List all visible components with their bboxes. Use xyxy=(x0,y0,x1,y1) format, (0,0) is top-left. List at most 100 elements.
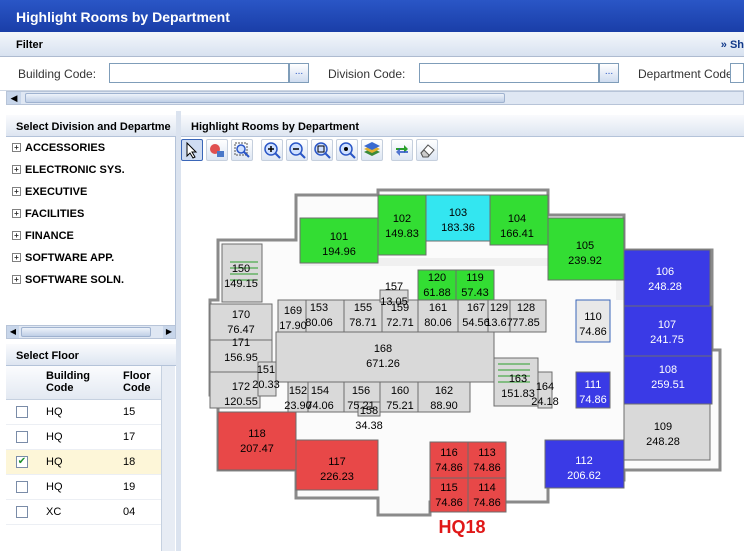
zoom-out-button[interactable] xyxy=(286,139,308,161)
room-area-label: 166.41 xyxy=(500,228,534,240)
filter-label: Filter xyxy=(16,39,43,51)
zoom-fit-button[interactable] xyxy=(336,139,358,161)
room-118[interactable] xyxy=(217,411,297,471)
room-area-label: 74.06 xyxy=(306,400,334,412)
refresh-button[interactable] xyxy=(391,139,413,161)
row-checkbox[interactable] xyxy=(16,406,28,418)
room-number-label: 167 xyxy=(467,302,485,314)
room-number-label: 101 xyxy=(330,231,348,243)
building-code-input[interactable] xyxy=(109,63,289,83)
room-number-label: 118 xyxy=(248,428,266,440)
expand-icon[interactable]: + xyxy=(12,253,21,262)
division-panel-title: Select Division and Departme xyxy=(6,115,176,137)
zoom-in-button[interactable] xyxy=(261,139,283,161)
show-more-link[interactable]: » Sh xyxy=(721,39,744,51)
expand-icon[interactable]: + xyxy=(12,187,21,196)
expand-icon[interactable]: + xyxy=(12,231,21,240)
zoom-window-icon xyxy=(234,142,250,158)
expand-icon[interactable]: + xyxy=(12,209,21,218)
floor-grid-scrollbar[interactable] xyxy=(161,366,175,551)
scrollbar-thumb[interactable] xyxy=(25,93,505,103)
table-row[interactable]: XC 04 xyxy=(6,500,161,525)
room-number-label: 169 xyxy=(284,305,302,317)
room-area-label: 74.86 xyxy=(579,394,607,406)
col-building-code[interactable]: Building Code xyxy=(46,370,116,394)
room-number-label: 119 xyxy=(466,272,484,284)
tree-item-accessories[interactable]: + ACCESSORIES xyxy=(12,142,105,154)
room-number-label: 102 xyxy=(393,213,411,225)
room-number-label: 129 xyxy=(490,302,508,314)
scroll-left-icon[interactable]: ◀ xyxy=(7,326,19,338)
room-area-label: 259.51 xyxy=(651,379,685,391)
room-area-label: 72.71 xyxy=(386,317,414,329)
room-number-label: 153 xyxy=(310,302,328,314)
room-area-label: 248.28 xyxy=(648,281,682,293)
room-number-label: 160 xyxy=(391,385,409,397)
division-tree-scrollbar[interactable]: ◀ ▶ xyxy=(6,325,176,339)
room-area-label: 74.86 xyxy=(579,326,607,338)
table-row[interactable]: HQ 19 xyxy=(6,475,161,500)
tree-item-executive[interactable]: + EXECUTIVE xyxy=(12,186,87,198)
table-row[interactable]: HQ 15 xyxy=(6,400,161,425)
room-106[interactable] xyxy=(623,249,711,307)
room-number-label: 109 xyxy=(654,421,672,433)
zoom-fit-icon xyxy=(339,142,356,159)
zoom-extents-button[interactable] xyxy=(311,139,333,161)
room-number-label: 158 xyxy=(360,405,378,417)
filter-horizontal-scrollbar[interactable]: ◀ xyxy=(6,91,744,105)
row-checkbox[interactable] xyxy=(16,431,28,443)
scrollbar-thumb[interactable] xyxy=(21,327,151,337)
expand-icon[interactable]: + xyxy=(12,143,21,152)
room-area-label: 194.96 xyxy=(322,246,356,258)
floor-grid: Building Code Floor Code HQ 15 HQ 17 ✔ H… xyxy=(6,366,161,551)
floor-grid-header: Building Code Floor Code xyxy=(6,366,161,400)
table-row[interactable]: ✔ HQ 18 xyxy=(6,450,161,475)
room-area-label: 80.06 xyxy=(424,317,452,329)
filter-bar: Filter » Sh xyxy=(0,32,744,57)
room-area-label: 20.33 xyxy=(252,379,280,391)
row-checkbox[interactable] xyxy=(16,506,28,518)
room-number-label: 150 xyxy=(232,263,250,275)
pan-tool-button[interactable] xyxy=(206,139,228,161)
floor-plan-viewer[interactable]: 101 194.96 102 149.83 103 183.36 104 166.41 105 2… xyxy=(181,163,744,551)
room-number-label: 107 xyxy=(658,319,676,331)
room-number-label: 154 xyxy=(311,385,329,397)
department-code-input[interactable] xyxy=(730,63,744,83)
row-checkbox-checked[interactable]: ✔ xyxy=(16,456,28,468)
room-107[interactable] xyxy=(623,305,713,357)
room-area-label: 239.92 xyxy=(568,255,602,267)
room-168[interactable] xyxy=(275,331,495,383)
table-row[interactable]: HQ 17 xyxy=(6,425,161,450)
room-number-label: 156 xyxy=(352,385,370,397)
tree-item-facilities[interactable]: + FACILITIES xyxy=(12,208,84,220)
room-102[interactable] xyxy=(377,194,427,256)
division-code-browse-button[interactable]: ... xyxy=(599,63,619,83)
select-tool-button[interactable] xyxy=(181,139,203,161)
room-area-label: 671.26 xyxy=(366,358,400,370)
layers-button[interactable] xyxy=(361,139,383,161)
room-area-label: 74.86 xyxy=(435,497,463,509)
room-area-label: 75.21 xyxy=(386,400,414,412)
room-number-label: 151 xyxy=(257,364,275,376)
room-area-label: 77.85 xyxy=(512,317,540,329)
tree-item-electronic-sys[interactable]: + ELECTRONIC SYS. xyxy=(12,164,125,176)
tree-item-software-app[interactable]: + SOFTWARE APP. xyxy=(12,252,114,264)
scroll-right-icon[interactable]: ▶ xyxy=(163,326,175,338)
expand-icon[interactable]: + xyxy=(12,165,21,174)
expand-icon[interactable]: + xyxy=(12,275,21,284)
tree-item-finance[interactable]: + FINANCE xyxy=(12,230,74,242)
floor-plan-drawing[interactable]: 101 194.96 102 149.83 103 183.36 104 166.41 105 2… xyxy=(181,163,744,551)
clear-button[interactable] xyxy=(416,139,438,161)
room-number-label: 162 xyxy=(435,385,453,397)
scroll-left-icon[interactable]: ◀ xyxy=(7,92,21,104)
division-code-input[interactable] xyxy=(419,63,599,83)
room-number-label: 116 xyxy=(440,447,458,459)
room-area-label: 17.90 xyxy=(279,320,307,332)
select-icon xyxy=(186,141,198,159)
room-area-label: 156.95 xyxy=(224,352,258,364)
col-floor-code[interactable]: Floor Code xyxy=(123,370,163,394)
zoom-window-button[interactable] xyxy=(231,139,253,161)
tree-item-software-soln[interactable]: + SOFTWARE SOLN. xyxy=(12,274,124,286)
row-checkbox[interactable] xyxy=(16,481,28,493)
building-code-browse-button[interactable]: ... xyxy=(289,63,309,83)
